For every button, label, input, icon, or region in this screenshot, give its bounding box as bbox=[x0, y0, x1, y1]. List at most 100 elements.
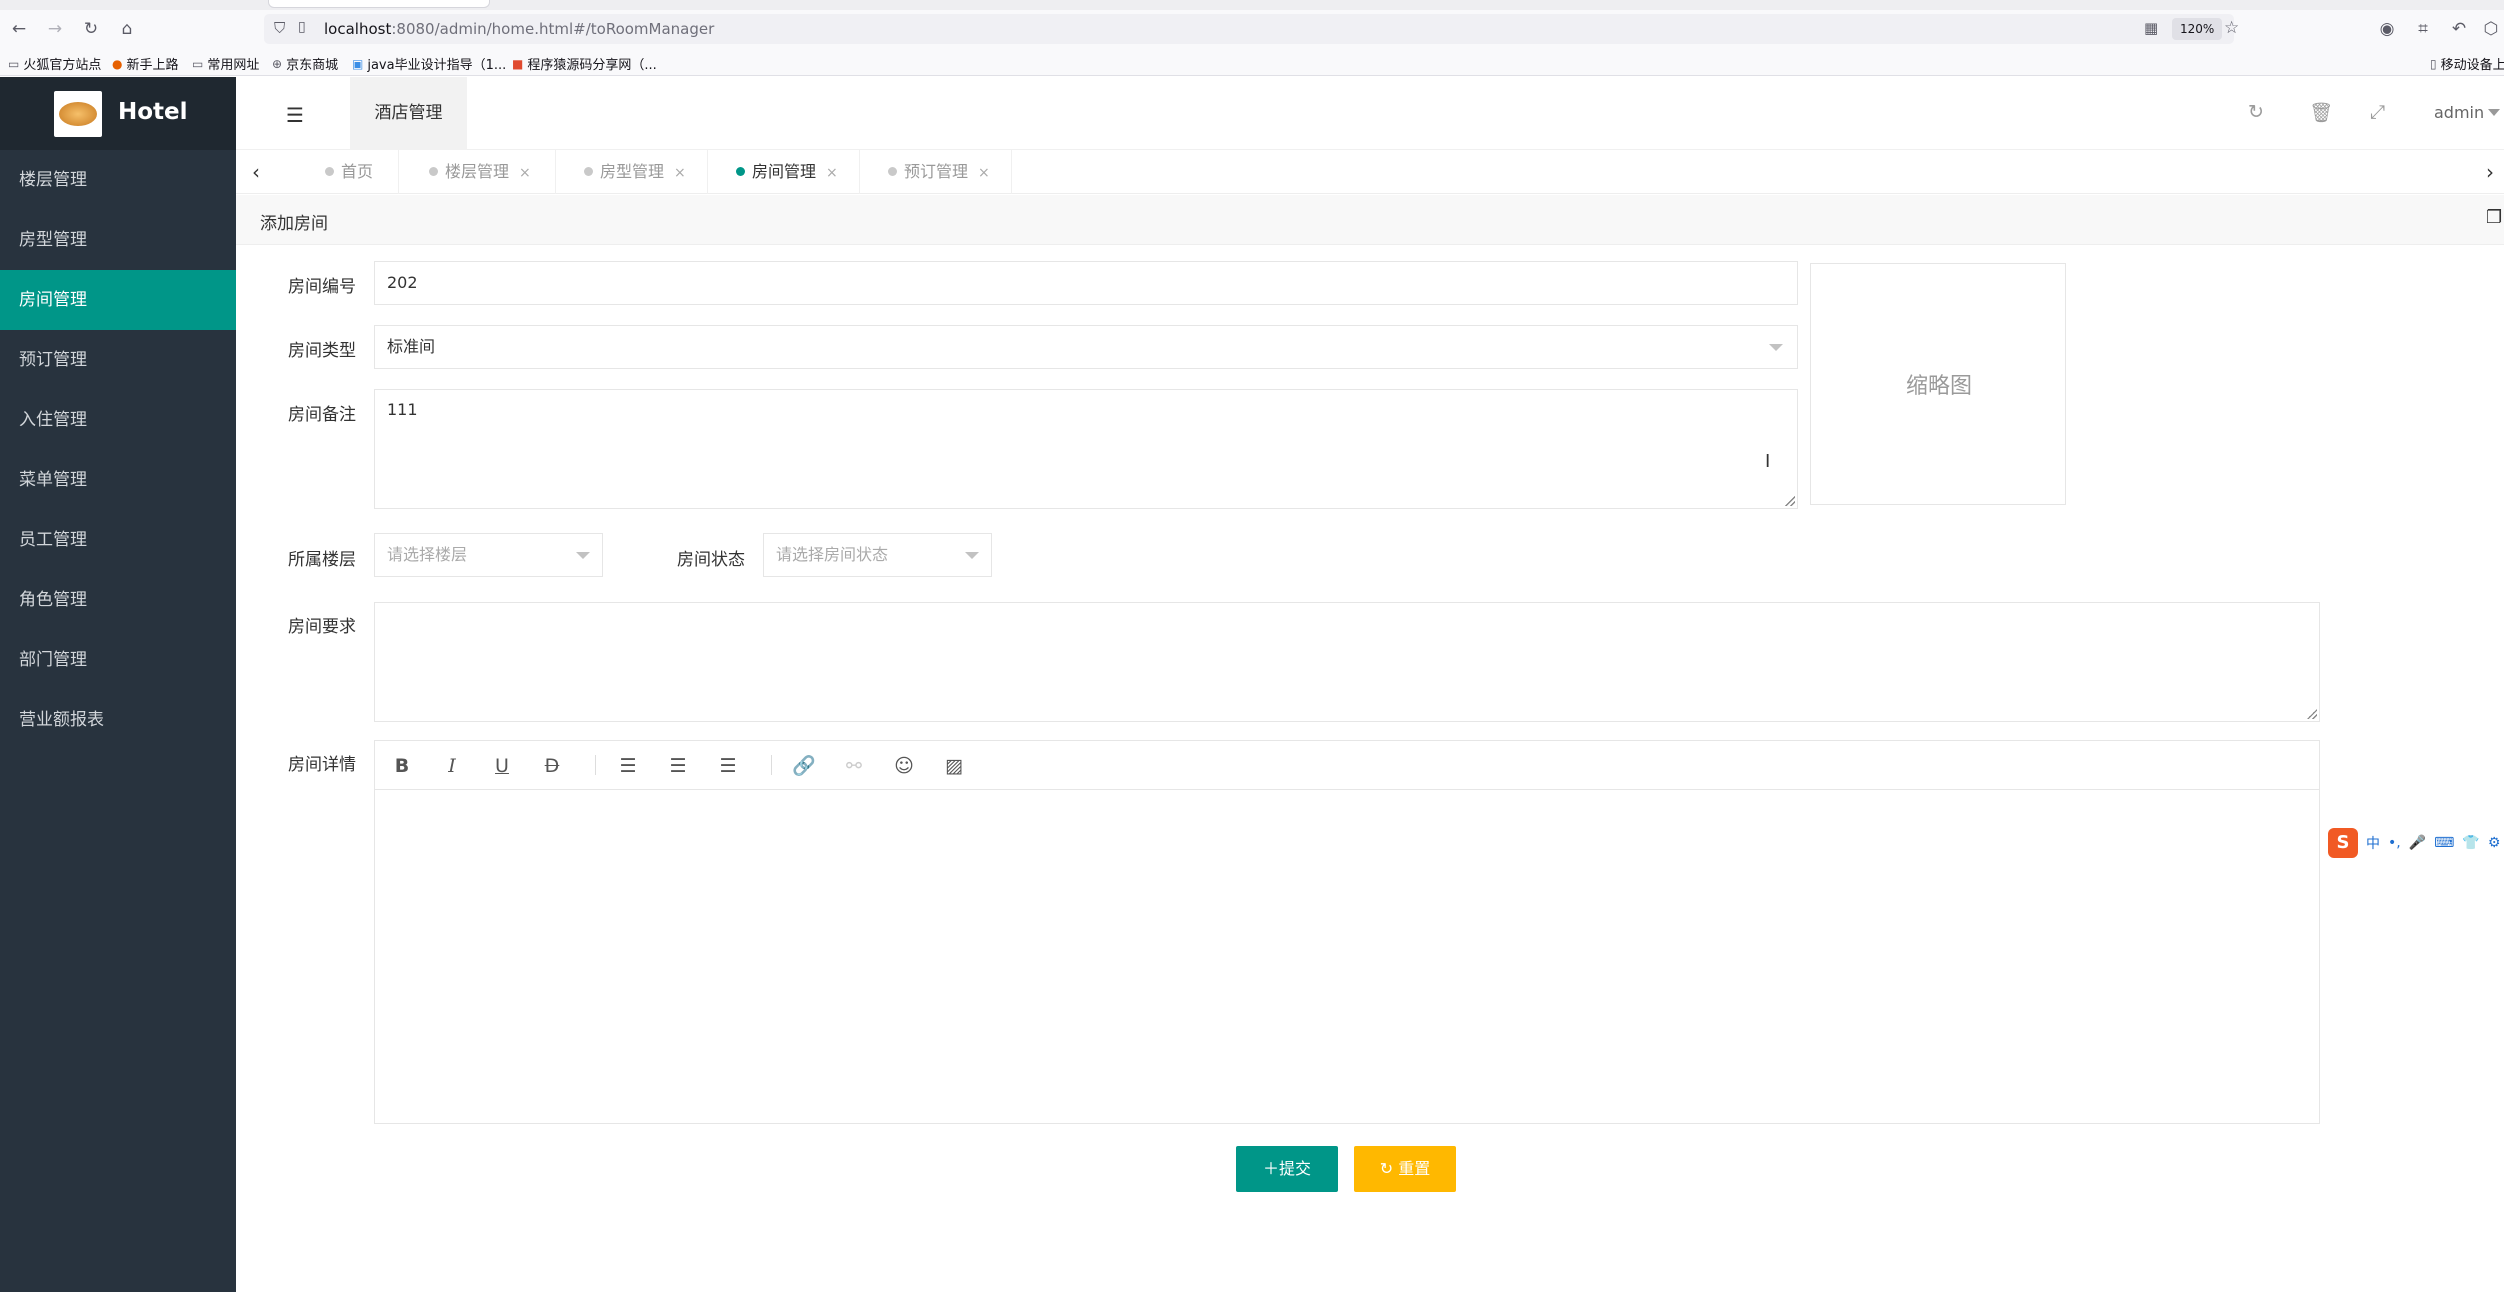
tab-home[interactable]: 首页 bbox=[311, 150, 399, 194]
align-center-icon[interactable]: ☰ bbox=[665, 753, 691, 779]
punctuation-icon: •, bbox=[2388, 835, 2401, 851]
bookmark-item[interactable]: ■ 程序猿源码分享网（... bbox=[512, 54, 657, 74]
bold-icon[interactable]: B bbox=[389, 753, 415, 779]
home-icon[interactable]: ⌂ bbox=[114, 16, 140, 42]
room-type-value: 标准间 bbox=[387, 337, 436, 356]
logo-text: Hotel bbox=[118, 99, 188, 125]
url-bar[interactable]: ⛉ ▯ localhost:8080/admin/home.html#/toRo… bbox=[264, 14, 2239, 44]
menu-fold-icon[interactable]: ☰ bbox=[286, 103, 304, 127]
floor-select[interactable]: 请选择楼层 bbox=[374, 533, 603, 577]
status-placeholder: 请选择房间状态 bbox=[776, 545, 889, 564]
resize-handle[interactable] bbox=[2307, 709, 2317, 719]
sidebar-item-menu[interactable]: 菜单管理 bbox=[0, 450, 236, 510]
keyboard-icon: ⌨ bbox=[2434, 835, 2455, 851]
bookmark-item[interactable]: ● 新手上路 bbox=[112, 54, 179, 74]
shield-icon: ⛉ bbox=[274, 19, 286, 37]
sidebar-menu: 楼层管理 房型管理 房间管理 预订管理 入住管理 菜单管理 员工管理 角色管理 … bbox=[0, 150, 236, 750]
align-right-icon[interactable]: ☰ bbox=[715, 753, 741, 779]
tab-booking[interactable]: 预订管理 × bbox=[860, 150, 1012, 194]
close-icon[interactable]: × bbox=[826, 165, 838, 181]
editor-toolbar: B I U D ☰ ☰ ☰ 🔗 ⚯ ☺ ▨ bbox=[375, 741, 2319, 790]
sidebar-item-employee[interactable]: 员工管理 bbox=[0, 510, 236, 570]
room-remark-label: 房间备注 bbox=[288, 405, 356, 425]
header-tab-hotel[interactable]: 酒店管理 bbox=[350, 77, 467, 150]
ime-toolbar[interactable]: S 中 •, 🎤 ⌨ 👕 ⚙ bbox=[2328, 828, 2500, 858]
bookmark-item[interactable]: ▣ java毕业设计指导（1... bbox=[352, 54, 506, 74]
logo-area: Hotel bbox=[0, 77, 236, 150]
reload-icon[interactable]: ↻ bbox=[78, 16, 104, 42]
sidebar-item-floor[interactable]: 楼层管理 bbox=[0, 150, 236, 210]
room-number-label: 房间编号 bbox=[288, 277, 356, 297]
card-header: 添加房间 ❐ bbox=[236, 195, 2504, 245]
image-icon[interactable]: ▨ bbox=[941, 753, 967, 779]
align-left-icon[interactable]: ☰ bbox=[615, 753, 641, 779]
link-icon[interactable]: 🔗 bbox=[791, 753, 817, 779]
refresh-icon: ↻ bbox=[1379, 1159, 1399, 1178]
sidebar-item-room[interactable]: 房间管理 bbox=[0, 270, 236, 330]
room-remark-textarea[interactable]: 111 I bbox=[374, 389, 1798, 509]
plus-icon: ＋ bbox=[1262, 1159, 1279, 1178]
editor-body[interactable] bbox=[375, 791, 2319, 1123]
refresh-icon[interactable]: ↻ bbox=[2248, 101, 2264, 123]
zoom-level[interactable]: 120% bbox=[2172, 18, 2223, 40]
status-select[interactable]: 请选择房间状态 bbox=[763, 533, 992, 577]
tab-floor[interactable]: 楼层管理 × bbox=[399, 150, 556, 194]
account-icon[interactable]: ◉ bbox=[2374, 16, 2400, 42]
skin-icon: 👕 bbox=[2462, 835, 2480, 851]
window-icon[interactable]: ❐ bbox=[2486, 207, 2502, 228]
user-menu[interactable]: admin bbox=[2434, 103, 2501, 122]
tab-scroll-left-icon[interactable]: ‹ bbox=[252, 160, 260, 184]
globe-icon: ⊕ bbox=[272, 56, 283, 71]
submit-button[interactable]: ＋提交 bbox=[1236, 1146, 1338, 1192]
bookmark-item[interactable]: ⊕ 京东商城 bbox=[272, 54, 338, 74]
italic-icon[interactable]: I bbox=[439, 753, 465, 779]
chevron-down-icon bbox=[2488, 109, 2501, 116]
bookmarks-bar: ▭ 火狐官方站点 ● 新手上路 ▭ 常用网址 ⊕ 京东商城 ▣ java毕业设计指导（1.… bbox=[0, 48, 2504, 76]
firefox-icon: ● bbox=[112, 56, 123, 71]
bookmark-mobile[interactable]: ▯ 移动设备上 bbox=[2430, 54, 2504, 74]
room-type-select[interactable]: 标准间 bbox=[374, 325, 1798, 369]
bookmark-star-icon[interactable]: ☆ bbox=[2224, 18, 2239, 38]
thumbnail-upload[interactable]: 缩略图 bbox=[1810, 263, 2066, 505]
sidebar-item-room-type[interactable]: 房型管理 bbox=[0, 210, 236, 270]
main-content: 添加房间 ❐ 房间编号 202 房间类型 标准间 房间备注 111 I 缩略图 … bbox=[236, 195, 2504, 1292]
close-icon[interactable]: × bbox=[519, 165, 531, 181]
sogou-logo-icon: S bbox=[2328, 828, 2358, 858]
bilibili-icon: ▣ bbox=[352, 56, 364, 71]
bookmark-item[interactable]: ▭ 火狐官方站点 bbox=[8, 54, 101, 74]
room-number-input[interactable]: 202 bbox=[374, 261, 1798, 305]
tab-scroll-right-icon[interactable]: › bbox=[2486, 160, 2494, 184]
resize-handle[interactable] bbox=[1785, 496, 1795, 506]
requirement-textarea[interactable] bbox=[374, 602, 2320, 722]
reset-button[interactable]: ↻ 重置 bbox=[1354, 1146, 1456, 1192]
app-header: ☰ 酒店管理 ↻ 🗑 ⤢ admin bbox=[236, 77, 2504, 150]
sidebar-item-revenue[interactable]: 营业额报表 bbox=[0, 690, 236, 750]
tab-room-type[interactable]: 房型管理 × bbox=[556, 150, 708, 194]
browser-active-tab[interactable] bbox=[268, 0, 490, 8]
back-icon[interactable]: ← bbox=[6, 16, 32, 42]
ime-mode: 中 bbox=[2366, 836, 2380, 852]
close-icon[interactable]: × bbox=[674, 165, 686, 181]
sidebar-item-role[interactable]: 角色管理 bbox=[0, 570, 236, 630]
rich-text-editor: B I U D ☰ ☰ ☰ 🔗 ⚯ ☺ ▨ bbox=[374, 740, 2320, 1124]
mobile-icon: ▯ bbox=[2430, 56, 2437, 71]
folder-icon: ▭ bbox=[192, 56, 204, 71]
emoji-icon[interactable]: ☺ bbox=[891, 753, 917, 779]
strikethrough-icon[interactable]: D bbox=[539, 753, 565, 779]
trash-icon[interactable]: 🗑 bbox=[2309, 101, 2333, 124]
sidebar-item-booking[interactable]: 预订管理 bbox=[0, 330, 236, 390]
tab-room[interactable]: 房间管理 × bbox=[708, 150, 860, 194]
undo-icon[interactable]: ↶ bbox=[2446, 16, 2472, 42]
qr-code-icon[interactable]: ▦ bbox=[2144, 19, 2158, 37]
bookmark-item[interactable]: ▭ 常用网址 bbox=[192, 54, 259, 74]
unlink-icon[interactable]: ⚯ bbox=[841, 753, 867, 779]
forward-icon[interactable]: → bbox=[42, 16, 68, 42]
crop-icon[interactable]: ⌗ bbox=[2410, 16, 2436, 42]
sidebar-item-checkin[interactable]: 入住管理 bbox=[0, 390, 236, 450]
close-icon[interactable]: × bbox=[978, 165, 990, 181]
sidebar-item-department[interactable]: 部门管理 bbox=[0, 630, 236, 690]
underline-icon[interactable]: U bbox=[489, 753, 515, 779]
fullscreen-icon[interactable]: ⤢ bbox=[2370, 101, 2385, 123]
extensions-icon[interactable]: ⬡ bbox=[2478, 16, 2504, 42]
microphone-icon: 🎤 bbox=[2408, 835, 2427, 851]
